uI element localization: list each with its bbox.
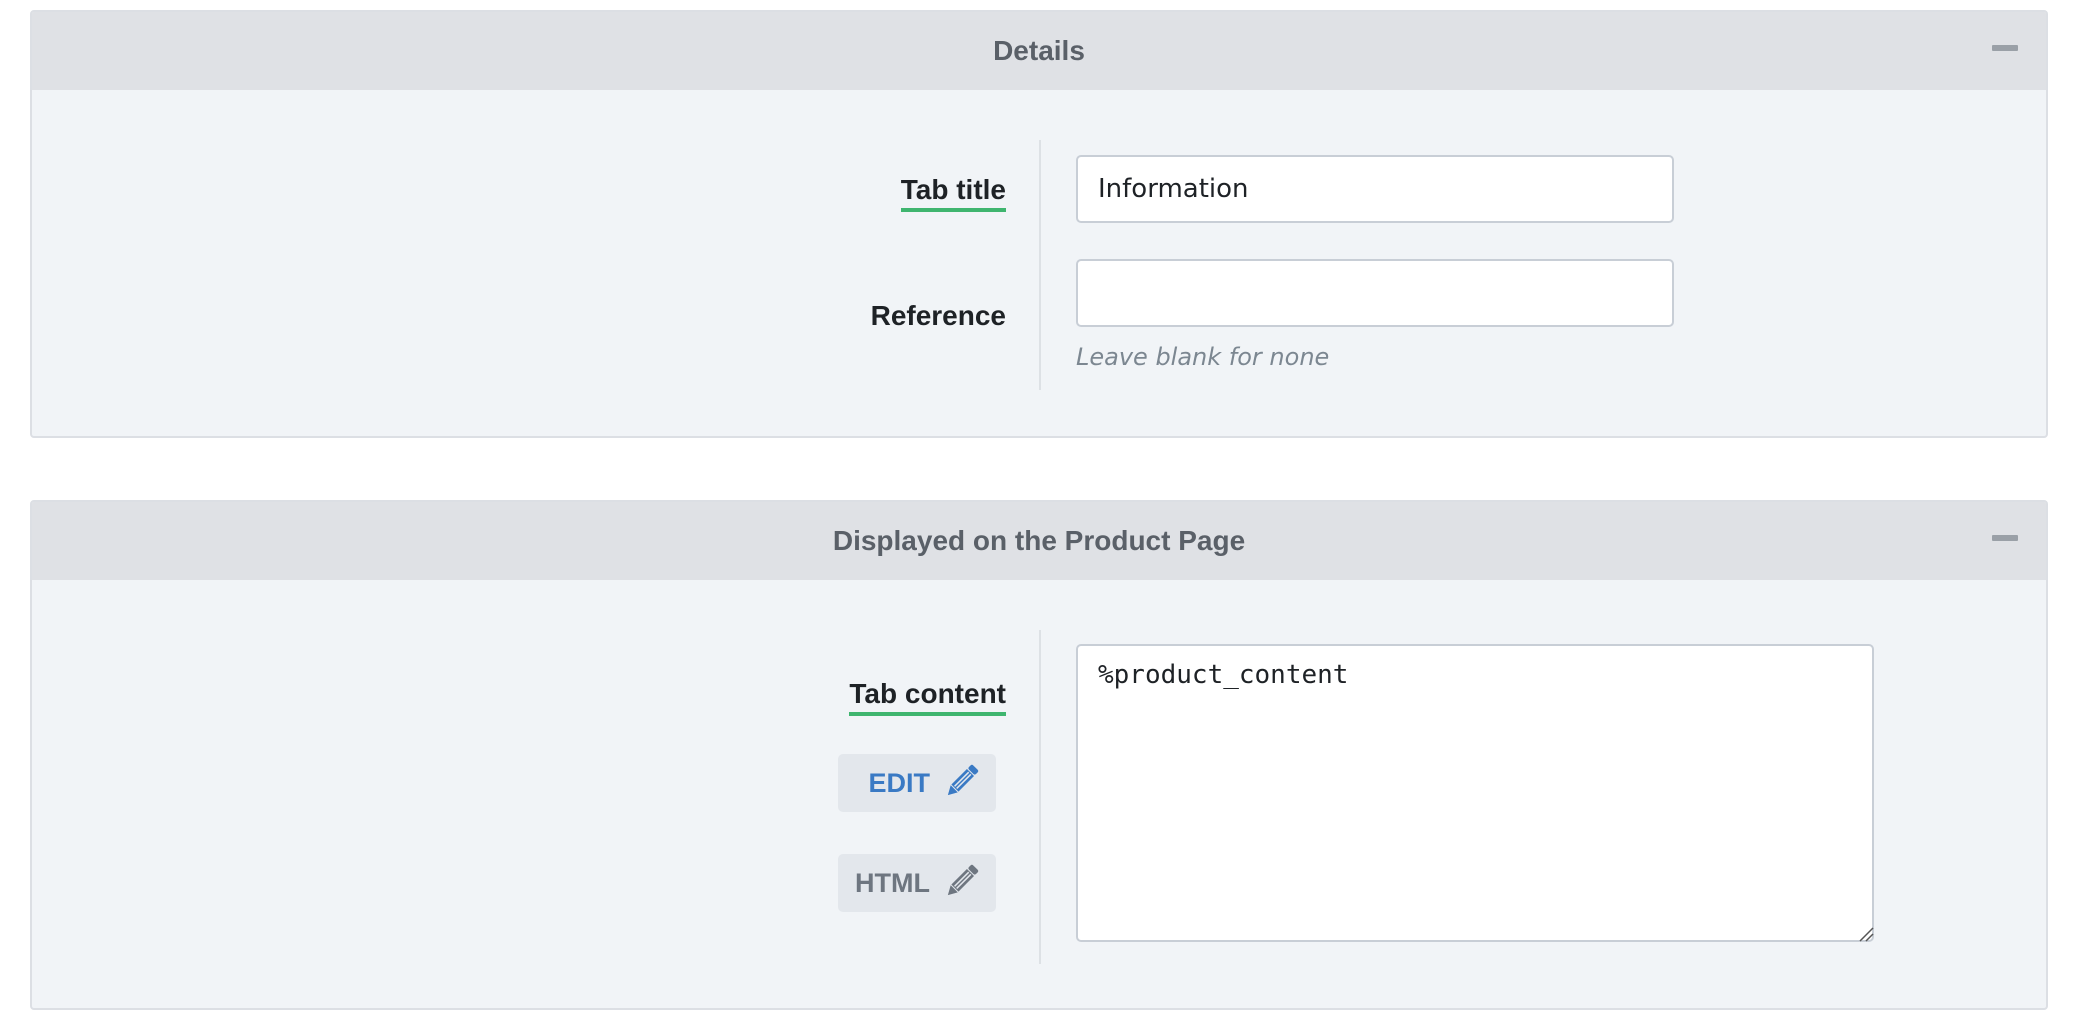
edit-button[interactable]: EDIT (838, 754, 996, 812)
reference-label: Reference (870, 300, 1006, 331)
panel-title: Displayed on the Product Page (832, 525, 1246, 556)
tab-title-label: Tab title (900, 174, 1006, 212)
tab-content-label: Tab content (849, 678, 1006, 716)
resize-grip-icon[interactable] (1858, 926, 1874, 942)
product-page-panel-header[interactable]: Displayed on the Product Page (32, 502, 2046, 580)
product-page-panel: Displayed on the Product Page Tab conten… (30, 500, 2048, 1010)
html-button-label: HTML (855, 867, 930, 898)
tab-content-textarea[interactable]: %product_content (1076, 644, 1874, 942)
pencil-icon (940, 859, 984, 908)
form-divider (1039, 140, 1041, 390)
details-panel: Details Tab title Reference Leave blank … (30, 10, 2048, 438)
edit-button-label: EDIT (868, 767, 930, 798)
html-button[interactable]: HTML (838, 854, 996, 912)
minus-icon[interactable] (1992, 45, 2018, 51)
pencil-icon (940, 759, 984, 808)
details-panel-header[interactable]: Details (32, 12, 2046, 90)
panel-title: Details (993, 35, 1085, 66)
tab-title-input[interactable] (1076, 155, 1674, 223)
form-divider (1039, 630, 1041, 964)
reference-input[interactable] (1076, 259, 1674, 327)
minus-icon[interactable] (1992, 535, 2018, 541)
reference-hint: Leave blank for none (1076, 343, 1330, 371)
